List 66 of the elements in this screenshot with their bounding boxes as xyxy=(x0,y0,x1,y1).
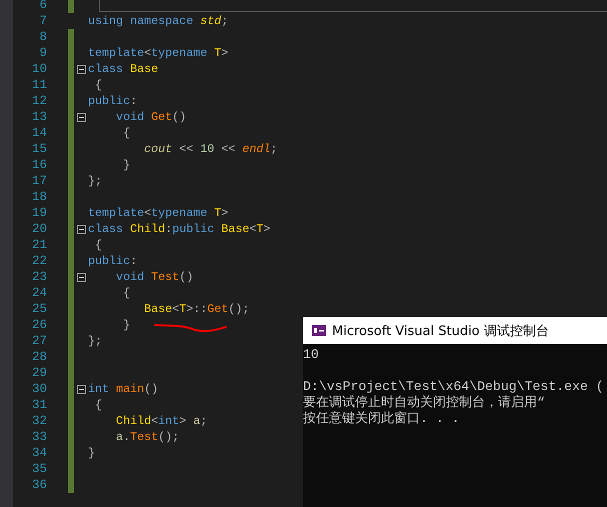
code-line: void Test() xyxy=(115,270,194,284)
code-line: template<typename T> xyxy=(88,46,228,60)
code-line: } xyxy=(122,318,130,332)
console-output-line: 按任意键关闭此窗口. . . xyxy=(303,411,461,427)
code-line: void Get() xyxy=(115,110,186,124)
code-line: class Base xyxy=(88,62,158,76)
line-number: 34 xyxy=(30,446,47,460)
console-title: Microsoft Visual Studio 调试控制台 xyxy=(332,322,549,340)
line-number: 7 xyxy=(38,14,47,28)
code-line: template<typename T> xyxy=(88,206,228,220)
code-line: class Child:public Base<T> xyxy=(88,222,270,236)
line-number: 11 xyxy=(30,78,47,92)
line-number: 12 xyxy=(30,94,47,108)
code-line: { xyxy=(94,238,102,252)
console-output-line: D:\vsProject\Test\x64\Debug\Test.exe ( xyxy=(303,379,605,395)
line-number: 24 xyxy=(30,286,47,300)
code-line: public: xyxy=(88,254,138,268)
code-line: cout << 10 << endl; xyxy=(143,142,278,156)
line-number: 21 xyxy=(30,238,47,252)
line-number: 30 xyxy=(30,382,47,396)
collapse-icon[interactable] xyxy=(76,112,86,122)
console-output-line: 10 xyxy=(303,347,320,363)
code-line: public: xyxy=(88,94,138,108)
line-number: 13 xyxy=(30,110,47,124)
line-number: 19 xyxy=(30,206,47,220)
line-number: 18 xyxy=(30,190,47,204)
line-number: 35 xyxy=(30,462,47,476)
line-number: 8 xyxy=(38,30,47,44)
collapse-icon[interactable] xyxy=(76,64,86,74)
console-icon xyxy=(312,325,326,336)
line-number: 33 xyxy=(30,430,47,444)
line-number: 36 xyxy=(30,478,47,492)
line-number: 32 xyxy=(30,414,47,428)
code-line: Base<T>::Get(); xyxy=(143,302,250,316)
code-line: using namespace std; xyxy=(88,14,228,28)
line-number: 22 xyxy=(30,254,47,268)
code-line: } xyxy=(88,446,96,460)
code-line: { xyxy=(122,126,130,140)
line-number: 17 xyxy=(30,174,47,188)
code-line: }; xyxy=(88,174,102,188)
code-line: { xyxy=(122,286,130,300)
line-number: 14 xyxy=(30,126,47,140)
code-line: { xyxy=(94,78,102,92)
code-line: { xyxy=(94,398,102,412)
code-line: }; xyxy=(88,334,102,348)
line-number: 26 xyxy=(30,318,47,332)
line-number: 15 xyxy=(30,142,47,156)
line-number: 9 xyxy=(38,46,47,60)
code-line: Child<int> a; xyxy=(115,414,208,428)
code-line: a.Test(); xyxy=(115,430,180,444)
collapse-icon[interactable] xyxy=(76,224,86,234)
collapse-icon[interactable] xyxy=(76,272,86,282)
line-number: 20 xyxy=(30,222,47,236)
code-line: int main() xyxy=(88,382,158,396)
line-number: 6 xyxy=(38,0,47,12)
line-number: 23 xyxy=(30,270,47,284)
line-number: 29 xyxy=(30,366,47,380)
collapse-icon[interactable] xyxy=(76,384,86,394)
line-number: 31 xyxy=(30,398,47,412)
console-output-line: 要在调试停止时自动关闭控制台，请启用“ xyxy=(303,395,546,411)
line-number: 27 xyxy=(30,334,47,348)
line-number: 10 xyxy=(30,62,47,76)
code-line: } xyxy=(122,158,130,172)
line-number: 16 xyxy=(30,158,47,172)
line-number: 25 xyxy=(30,302,47,316)
line-number: 28 xyxy=(30,350,47,364)
